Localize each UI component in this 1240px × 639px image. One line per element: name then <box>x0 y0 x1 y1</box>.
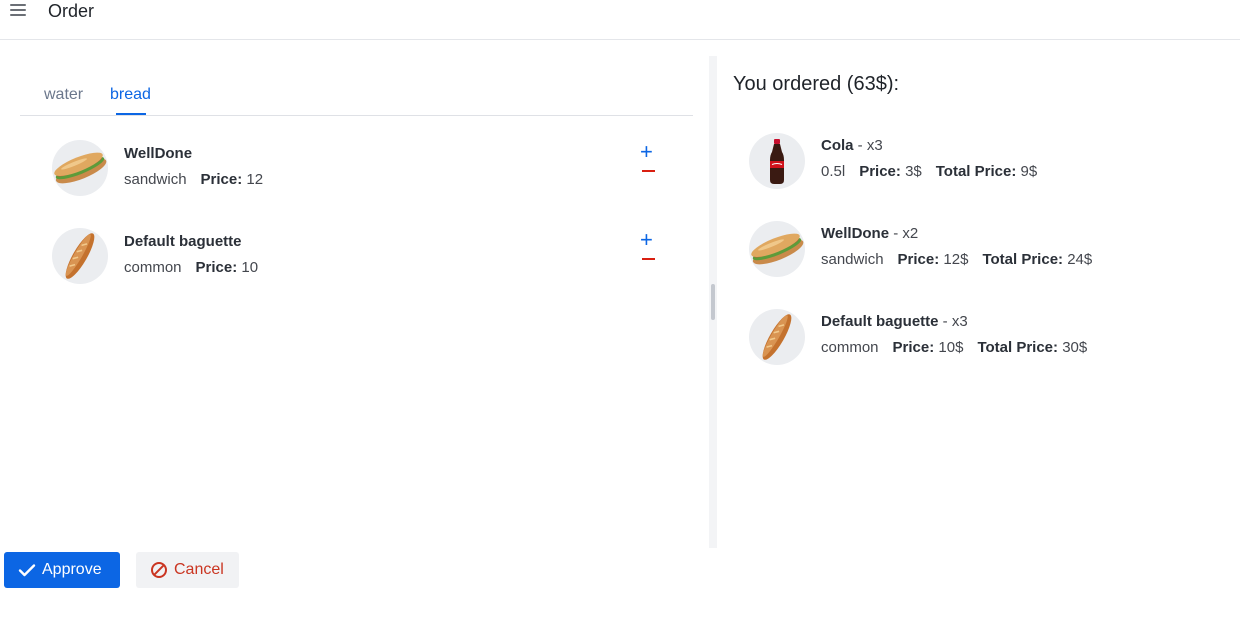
cola-bottle-image <box>749 133 805 189</box>
baguette-image <box>749 309 805 365</box>
ordered-item-variant: common <box>821 339 879 356</box>
ordered-item-details: sandwich Price: 12$ Total Price: 24$ <box>821 251 1092 268</box>
ordered-item-total: 30$ <box>1062 339 1088 356</box>
ordered-item: Cola - x3 0.5l Price: 3$ Total Price: 9$ <box>749 131 1209 189</box>
product-item: Default baguette common Price: 10 + <box>52 226 672 286</box>
cancel-label: Cancel <box>174 561 224 578</box>
product-details: sandwich Price: 12 <box>124 171 263 188</box>
ordered-item-price: 12$ <box>943 251 969 268</box>
sandwich-image <box>749 221 805 277</box>
price-label: Price: <box>897 251 940 268</box>
remove-button[interactable] <box>642 258 655 260</box>
product-price: 12 <box>246 171 264 188</box>
ordered-item-details: common Price: 10$ Total Price: 30$ <box>821 339 1087 356</box>
ordered-item-qty: - x2 <box>889 225 919 242</box>
total-price-label: Total Price: <box>977 339 1059 356</box>
product-name: Default baguette <box>124 233 242 250</box>
approve-button[interactable]: Approve <box>4 552 120 588</box>
resize-handle[interactable] <box>711 284 715 320</box>
product-price: 10 <box>241 259 259 276</box>
ordered-item-name: Cola <box>821 137 854 154</box>
sandwich-image <box>52 140 108 196</box>
baguette-image <box>52 228 108 284</box>
hamburger-menu-icon[interactable] <box>10 4 26 18</box>
add-button[interactable]: + <box>640 229 653 251</box>
prohibited-icon <box>150 561 168 579</box>
product-variant: common <box>124 259 182 276</box>
ordered-item-qty: - x3 <box>938 313 968 330</box>
ordered-item: WellDone - x2 sandwich Price: 12$ Total Pr… <box>749 219 1209 277</box>
checkmark-icon <box>18 561 36 579</box>
approve-label: Approve <box>42 561 102 578</box>
panel-divider[interactable] <box>709 56 717 548</box>
price-label: Price: <box>859 163 901 180</box>
ordered-item-variant: 0.5l <box>821 163 846 180</box>
product-details: common Price: 10 <box>124 259 258 276</box>
price-label: Price: <box>195 259 238 276</box>
product-item: WellDone sandwich Price: 12 + <box>52 138 672 198</box>
ordered-item-variant: sandwich <box>821 251 884 268</box>
active-tab-indicator <box>116 113 146 115</box>
page-title: Order <box>48 1 95 21</box>
ordered-item: Default baguette - x3 common Price: 10$ To… <box>749 307 1209 365</box>
ordered-item-name: Default baguette <box>821 313 939 330</box>
ordered-item-price: 3$ <box>905 163 922 180</box>
ordered-item-total: 24$ <box>1067 251 1093 268</box>
ordered-item-name: WellDone <box>821 225 890 242</box>
ordered-item-total: 9$ <box>1020 163 1038 180</box>
top-bar: Order <box>0 0 1240 40</box>
remove-button[interactable] <box>642 170 655 172</box>
price-label: Price: <box>200 171 243 188</box>
ordered-item-title: WellDone - x2 <box>821 225 918 242</box>
price-label: Price: <box>892 339 935 356</box>
tab-water[interactable]: water <box>44 86 83 104</box>
product-name: WellDone <box>124 145 193 162</box>
order-summary-title: You ordered (63$): <box>733 73 900 95</box>
cancel-button[interactable]: Cancel <box>136 552 239 588</box>
add-button[interactable]: + <box>640 141 653 163</box>
tab-bread[interactable]: bread <box>110 86 151 104</box>
ordered-item-details: 0.5l Price: 3$ Total Price: 9$ <box>821 163 1037 180</box>
total-price-label: Total Price: <box>982 251 1064 268</box>
ordered-item-qty: - x3 <box>853 137 883 154</box>
total-price-label: Total Price: <box>935 163 1017 180</box>
product-variant: sandwich <box>124 171 187 188</box>
category-tabs: water bread <box>20 80 693 116</box>
ordered-item-price: 10$ <box>938 339 964 356</box>
ordered-item-title: Cola - x3 <box>821 137 883 154</box>
ordered-item-title: Default baguette - x3 <box>821 313 968 330</box>
